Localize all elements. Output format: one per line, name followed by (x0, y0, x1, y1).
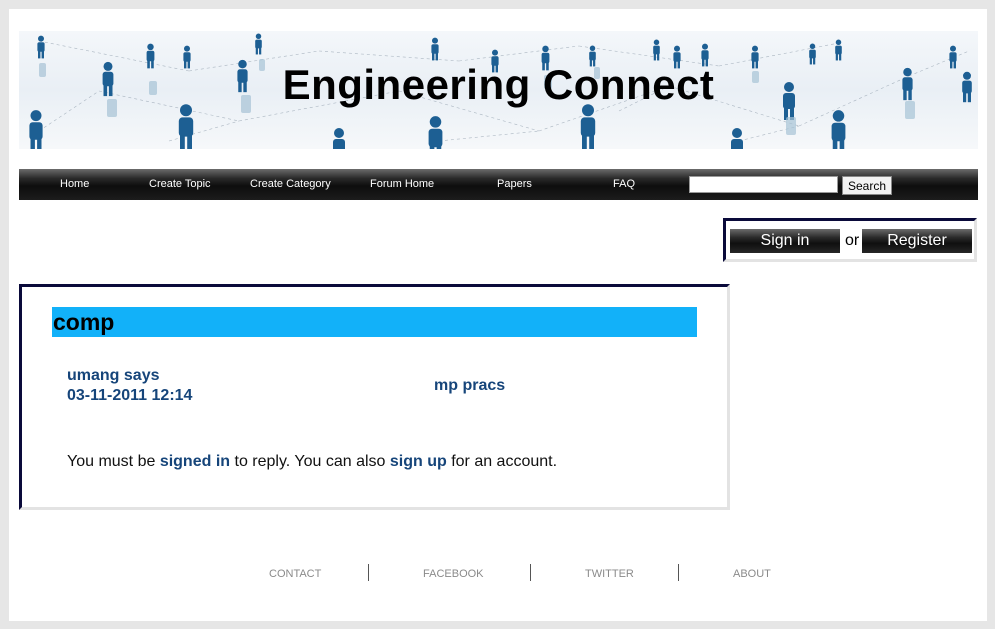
nav-item-home[interactable]: Home (60, 178, 89, 190)
footer-link-contact[interactable]: CONTACT (269, 568, 321, 580)
sign-in-button[interactable]: Sign in (730, 229, 840, 253)
footer-divider (368, 564, 369, 581)
nav-item-papers[interactable]: Papers (497, 178, 532, 190)
reply-notice: You must be signed in to reply. You can … (67, 453, 557, 471)
post-author: umang says (67, 367, 160, 384)
topic-panel: comp umang says 03-11-2011 12:14 mp prac… (19, 284, 730, 510)
search-button[interactable]: Search (842, 176, 892, 195)
auth-or-text: or (845, 232, 860, 249)
nav-item-faq[interactable]: FAQ (613, 178, 635, 190)
footer-link-facebook[interactable]: FACEBOOK (423, 568, 484, 580)
register-button[interactable]: Register (862, 229, 972, 253)
footer-divider (530, 564, 531, 581)
nav-bar: Home Create Topic Create Category Forum … (19, 169, 978, 200)
reply-notice-suffix: for an account. (446, 453, 558, 470)
site-title: Engineering Connect (282, 61, 715, 108)
footer-link-about[interactable]: ABOUT (733, 568, 771, 580)
page: Engineering Connect Home Create Topic Cr… (9, 9, 987, 621)
footer-divider (678, 564, 679, 581)
nav-item-create-topic[interactable]: Create Topic (149, 178, 211, 190)
search-input[interactable] (689, 176, 838, 193)
signed-in-link[interactable]: signed in (160, 453, 230, 470)
auth-box: Sign in or Register (723, 218, 977, 262)
category-heading: comp (52, 307, 697, 337)
nav-item-forum-home[interactable]: Forum Home (370, 178, 434, 190)
reply-notice-middle: to reply. You can also (230, 453, 390, 470)
post-title: mp pracs (434, 377, 506, 394)
reply-notice-prefix: You must be (67, 453, 160, 470)
footer-link-twitter[interactable]: TWITTER (585, 568, 634, 580)
sign-up-link[interactable]: sign up (390, 453, 447, 470)
post-timestamp: 03-11-2011 12:14 (67, 387, 193, 404)
nav-item-create-category[interactable]: Create Category (250, 178, 331, 190)
header-banner: Engineering Connect (19, 31, 978, 149)
